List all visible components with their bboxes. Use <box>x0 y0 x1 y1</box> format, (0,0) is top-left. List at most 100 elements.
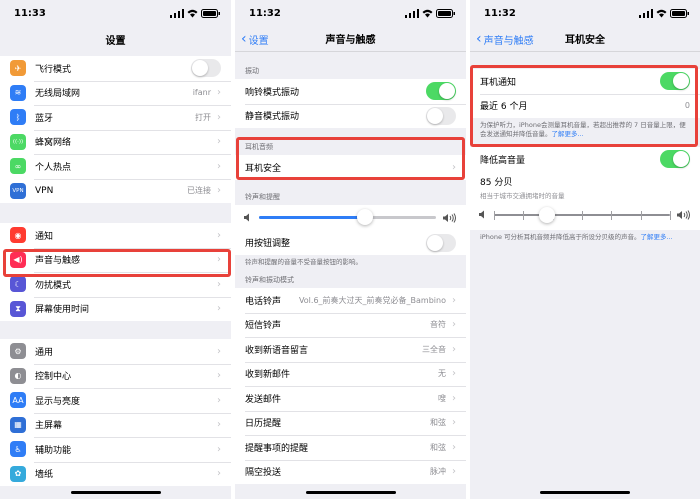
db-value: 85 分贝 <box>480 177 513 188</box>
pattern-row[interactable]: 电话铃声 Vol.6_前奏大过天_前奏党必备_Bambino › <box>235 288 466 313</box>
ringer-volume-slider[interactable] <box>235 205 466 231</box>
row-value: 和弦 <box>430 418 446 428</box>
vibrate-ring-toggle[interactable] <box>426 82 456 101</box>
chevron-right-icon: › <box>452 368 456 380</box>
settings-row-home-screen[interactable]: ▦ 主屏幕 › <box>0 412 231 438</box>
slider-tick <box>523 210 525 220</box>
pattern-row[interactable]: 收到新语音留言 三全音 › <box>235 337 466 362</box>
row-label: 主屏幕 <box>35 421 63 432</box>
settings-row-gear[interactable]: ⚙ 通用 › <box>0 339 231 364</box>
chevron-left-icon: ‹ <box>241 31 247 47</box>
speaker-high-icon <box>443 212 456 223</box>
row-label: 静音模式振动 <box>245 112 300 123</box>
screenshot-collage: 11:33 设置 ✈ 飞行模式 ≋ 无线局域网 ifanr › ᛒ 蓝牙 打开 › ((·)) 蜂窝网… <box>0 0 700 499</box>
page-title: 设置 <box>105 35 126 47</box>
settings-row-notifications[interactable]: ◉ 通知 › <box>0 223 231 248</box>
accessibility-icon: ♿ <box>10 441 26 458</box>
db-slider[interactable] <box>470 200 700 230</box>
slider-tick <box>611 210 613 220</box>
wifi-icon: ≋ <box>10 84 26 101</box>
sounds-screen: 11:32 ‹ 设置 声音与触感 振动 响铃模式振动 静音模式振动 耳机音频 耳… <box>235 0 466 499</box>
vpn-icon: VPN <box>10 182 26 199</box>
signal-icon <box>170 8 184 18</box>
button-adjust-toggle[interactable] <box>426 233 456 252</box>
row-label: 通知 <box>35 231 54 242</box>
vibrate-silent-toggle[interactable] <box>426 106 456 125</box>
chevron-right-icon: › <box>217 136 221 148</box>
battery-icon <box>670 8 689 18</box>
row-label: 最近 6 个月 <box>480 102 528 113</box>
pattern-row[interactable]: 短信铃声 音符 › <box>235 312 466 338</box>
chevron-right-icon: › <box>217 111 221 123</box>
pattern-row[interactable]: 日历提醒 和弦 › <box>235 410 466 436</box>
settings-row-wallpaper[interactable]: ✿ 墙纸 › <box>0 461 231 487</box>
chevron-right-icon: › <box>452 319 456 331</box>
patterns-group: 电话铃声 Vol.6_前奏大过天_前奏党必备_Bambino › 短信铃声 音符 › 收到新… <box>235 288 466 484</box>
status-icons <box>170 8 221 18</box>
chevron-right-icon: › <box>217 345 221 357</box>
settings-row-vpn[interactable]: VPN VPN 已连接 › <box>0 178 231 204</box>
settings-row-cellular[interactable]: ((·)) 蜂窝网络 › <box>0 129 231 155</box>
headphone-notif-toggle[interactable] <box>660 72 690 91</box>
pattern-row[interactable]: 提醒事项的提醒 和弦 › <box>235 435 466 460</box>
learn-more-link[interactable]: 了解更多... <box>641 233 673 241</box>
row-toggle[interactable] <box>191 59 221 78</box>
chevron-right-icon: › <box>452 417 456 429</box>
row-label: 耳机安全 <box>245 163 282 174</box>
page-title: 声音与触感 <box>325 35 376 46</box>
chevron-right-icon: › <box>217 160 221 172</box>
row-label: 短信铃声 <box>245 321 282 332</box>
reduce-group: 降低高音量 85 分贝 相当于城市交通拥堵时的音量 <box>470 147 700 230</box>
pattern-row[interactable]: 发送邮件 嗖 › <box>235 386 466 411</box>
settings-row-control-center[interactable]: ◐ 控制中心 › <box>0 363 231 389</box>
pattern-row[interactable]: 收到新邮件 无 › <box>235 361 466 387</box>
row-value: 打开 <box>195 112 211 122</box>
chevron-right-icon: › <box>217 254 221 266</box>
learn-more-link[interactable]: 了解更多... <box>552 130 584 138</box>
chevron-right-icon: › <box>217 394 221 406</box>
settings-row-wifi[interactable]: ≋ 无线局域网 ifanr › <box>0 80 231 106</box>
chevron-right-icon: › <box>217 468 221 480</box>
headphone-safety-row[interactable]: 耳机安全 › <box>235 155 466 180</box>
back-button[interactable]: ‹ 设置 <box>241 26 269 52</box>
settings-row-airplane[interactable]: ✈ 飞行模式 <box>0 56 231 81</box>
notifications-group: 耳机通知 最近 6 个月 0 <box>470 69 700 118</box>
home-indicator <box>70 491 161 494</box>
status-bar: 11:32 <box>235 0 466 26</box>
status-bar: 11:32 <box>470 0 700 26</box>
status-time: 11:33 <box>14 7 46 19</box>
settings-row-sounds[interactable]: ◀) 声音与触感 › <box>0 247 231 273</box>
footer-text: iPhone 可分析耳机音频并降低高于所设分贝级的声音。 <box>480 232 641 241</box>
settings-row-accessibility[interactable]: ♿ 辅助功能 › <box>0 437 231 462</box>
connectivity-group: ✈ 飞行模式 ≋ 无线局域网 ifanr › ᛒ 蓝牙 打开 › ((·)) 蜂窝网络 › ∞ 个人热点 › V… <box>0 56 231 203</box>
recent-months-row: 最近 6 个月 0 <box>470 93 700 119</box>
pattern-row[interactable]: 隔空投送 脉冲 › <box>235 459 466 485</box>
row-label: 声音与触感 <box>35 256 81 267</box>
chevron-right-icon: › <box>452 161 456 173</box>
status-bar: 11:33 <box>0 0 231 26</box>
settings-row-moon[interactable]: ☾ 勿扰模式 › <box>0 272 231 297</box>
slider-thumb[interactable] <box>538 206 555 223</box>
back-label: 设置 <box>248 35 269 47</box>
settings-row-hourglass[interactable]: ⧗ 屏幕使用时间 › <box>0 296 231 322</box>
slider-thumb[interactable] <box>357 209 374 225</box>
headphone-safety-screen: 11:32 ‹ 声音与触感 耳机安全 耳机通知 最近 6 个月 0 为保护听力，i… <box>470 0 700 499</box>
speaker-high-icon <box>677 209 690 220</box>
reduce-loud-row: 降低高音量 <box>470 147 700 172</box>
control-center-icon: ◐ <box>10 367 26 384</box>
ringer-footer: 铃声和提醒的音量不受音量按钮的影响。 <box>245 258 362 266</box>
row-label: 响铃模式振动 <box>245 87 300 98</box>
settings-row-hotspot[interactable]: ∞ 个人热点 › <box>0 154 231 179</box>
reduce-footer: iPhone 可分析耳机音频并降低高于所设分贝级的声音。了解更多... <box>470 230 700 247</box>
settings-row-display[interactable]: AA 显示与亮度 › <box>0 388 231 413</box>
settings-row-bluetooth[interactable]: ᛒ 蓝牙 打开 › <box>0 105 231 130</box>
slider-tick <box>640 210 642 220</box>
reduce-loud-toggle[interactable] <box>660 150 690 169</box>
notif-footer: 为保护听力，iPhone会测量耳机音量，若超出推荐的 7 日音量上限，便会发送通… <box>470 118 700 144</box>
back-button[interactable]: ‹ 声音与触感 <box>476 26 534 52</box>
button-adjust-row: 用按钮调整 <box>235 231 466 256</box>
slider-fill <box>259 216 366 219</box>
slider-tick <box>670 210 671 220</box>
row-label: 通用 <box>35 347 54 358</box>
chevron-right-icon: › <box>217 87 221 99</box>
